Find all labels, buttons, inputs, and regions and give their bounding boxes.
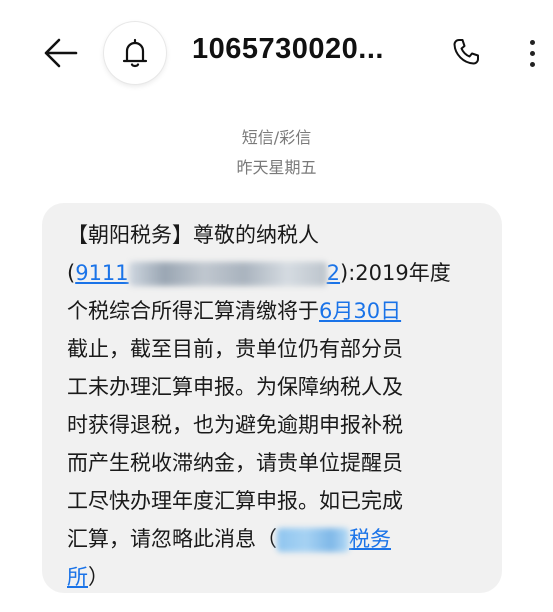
tax-office-link[interactable]: 税务 — [277, 527, 391, 552]
date-link[interactable]: 6月30日 — [319, 299, 401, 323]
more-vertical-icon-dot — [529, 61, 535, 67]
bell-icon — [122, 38, 148, 68]
message-line: 所） — [67, 565, 109, 589]
redacted-blur — [128, 262, 327, 286]
top-app-bar: 1065730020... — [0, 0, 553, 100]
message-line: 而产生税收滞纳金，请贵单位提醒员 — [67, 451, 403, 475]
tax-office-link-cont[interactable]: 所 — [67, 565, 88, 589]
more-vertical-icon-dot — [529, 50, 535, 56]
message-line: 时获得退税，也为避免逾期申报补税 — [67, 413, 403, 437]
taxpayer-id-link[interactable]: 9111 2 — [75, 261, 340, 286]
message-date-label: 昨天星期五 — [236, 158, 317, 177]
more-vertical-icon — [529, 39, 535, 45]
message-line: (9111 2):2019年度 — [67, 254, 502, 292]
paren-open: ( — [67, 261, 76, 285]
message-line: 工尽快办理年度汇算申报。如已完成 — [67, 489, 403, 513]
message-line: 个税综合所得汇算清缴将于6月30日 — [67, 299, 402, 323]
redacted-blur — [277, 528, 349, 552]
contact-title: 1065730020... — [192, 33, 384, 65]
message-type-label: 短信/彩信 — [241, 128, 312, 147]
message-line: 截止，截至目前，贵单位仍有部分员 — [67, 337, 403, 361]
arrow-left-icon — [44, 38, 78, 68]
message-line: 汇算，请忽略此消息（ 税务 — [67, 527, 391, 552]
message-line: 【朝阳税务】尊敬的纳税人 — [67, 223, 319, 247]
message-line: 工未办理汇算申报。为保障纳税人及 — [67, 375, 403, 399]
notification-toggle-button[interactable] — [104, 22, 166, 84]
more-options-button[interactable] — [520, 31, 544, 75]
message-bubble[interactable]: 【朝阳税务】尊敬的纳税人 (9111 2):2019年度 个税综合所得汇算清缴将于… — [42, 203, 502, 593]
line-text: ):2019年度 — [340, 261, 451, 285]
call-button[interactable] — [446, 32, 486, 72]
back-button[interactable] — [38, 31, 82, 75]
phone-icon — [453, 39, 479, 65]
